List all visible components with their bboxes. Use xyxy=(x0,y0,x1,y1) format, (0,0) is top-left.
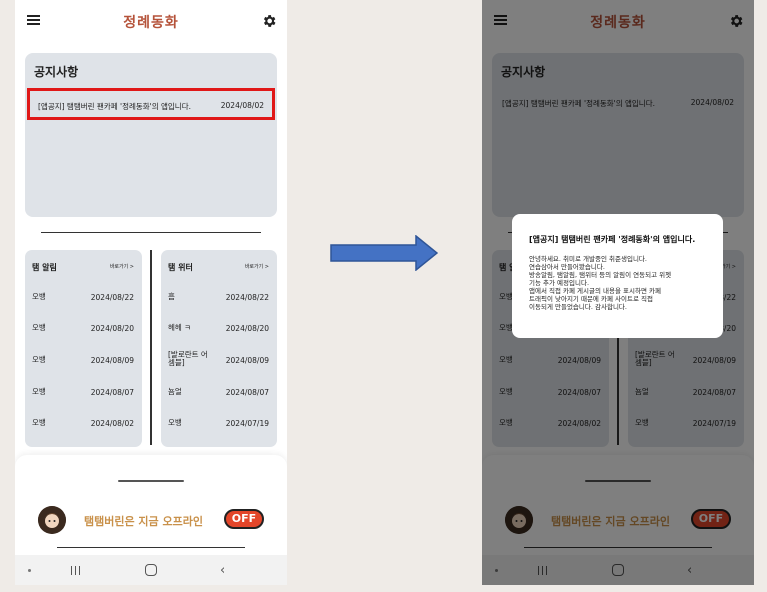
list-item-name: [발로란트 어셈블] xyxy=(168,350,208,367)
back-icon[interactable]: ‹ xyxy=(220,563,225,578)
list-item[interactable]: 흠 2024/08/22 xyxy=(161,282,277,313)
list-item-name: 오뱅 xyxy=(32,292,46,301)
notice-dialog: [앱공지] 탬탬버린 팬카페 '정례동화'의 앱입니다. 안녕하세요. 취미로 … xyxy=(512,214,723,338)
list-item-name: 흠 xyxy=(168,292,175,301)
list-item-date: 2024/08/07 xyxy=(90,388,134,397)
tam-twitter-header: 탬 위터 바로가기 > xyxy=(161,250,277,282)
notice-item-date: 2024/08/02 xyxy=(220,101,264,110)
tam-alerts-title: 탬 알림 xyxy=(32,263,57,272)
tam-twitter-title: 탬 위터 xyxy=(168,263,193,272)
notice-card: 공지사항 [앱공지] 탬탬버린 팬카페 '정례동화'의 앱입니다. 2024/0… xyxy=(25,53,277,217)
list-item-name: 오뱅 xyxy=(32,418,46,427)
list-item-date: 2024/08/02 xyxy=(90,419,134,428)
list-item-name: 헤헤 ㅋ xyxy=(168,323,192,332)
list-item-date: 2024/07/19 xyxy=(225,419,269,428)
list-item[interactable]: [발로란트 어셈블] 2024/08/09 xyxy=(161,345,277,376)
list-item-date: 2024/08/09 xyxy=(225,356,269,365)
status-badge: OFF xyxy=(224,509,264,529)
tam-twitter-panel: 탬 위터 바로가기 > 흠 2024/08/22 헤헤 ㅋ 2024/08/20 [… xyxy=(161,250,277,447)
dialog-body-line: 방송알림, 탬알림, 탬위터 등의 알림이 연동되고 위젯 xyxy=(529,271,672,279)
tam-alerts-panel: 탬 알림 바로가기 > 오뱅 2024/08/22 오뱅 2024/08/20 오뱅… xyxy=(25,250,142,447)
list-item-name: 오뱅 xyxy=(32,355,46,364)
right-arrow-icon xyxy=(330,235,438,271)
panel-separator xyxy=(150,250,152,445)
nav-dot-icon xyxy=(28,569,31,572)
list-item[interactable]: 뇸얼 2024/08/07 xyxy=(161,377,277,408)
tam-alerts-shortcut-link[interactable]: 바로가기 > xyxy=(110,263,134,270)
dialog-body: 안녕하세요. 취미로 개발중인 취준생입니다. 연습삼아서 만들어봤습니다. 방… xyxy=(529,255,709,311)
list-item-date: 2024/08/20 xyxy=(90,324,134,333)
list-item-name: 오뱅 xyxy=(168,418,182,427)
list-item-date: 2024/08/22 xyxy=(225,293,269,302)
list-item-date: 2024/08/20 xyxy=(225,324,269,333)
list-item-name: 오뱅 xyxy=(32,323,46,332)
list-item-date: 2024/08/22 xyxy=(90,293,134,302)
notice-item[interactable]: [앱공지] 탬탬버린 팬카페 '정례동화'의 앱입니다. 2024/08/02 xyxy=(27,88,275,120)
list-item[interactable]: 오뱅 2024/08/02 xyxy=(25,408,142,439)
dialog-title: [앱공지] 탬탬버린 팬카페 '정례동화'의 앱입니다. xyxy=(529,235,696,244)
phone-screen-after: 정례동화 공지사항 [앱공지] 탬탬버린 팬카페 '정례동화'의 앱입니다. 2… xyxy=(482,0,754,585)
dialog-body-line: 앱에서 직접 카페 게시글의 내용을 표시하면 카페 xyxy=(529,287,661,295)
list-item-name: 오뱅 xyxy=(32,387,46,396)
list-item[interactable]: 오뱅 2024/08/22 xyxy=(25,282,142,313)
list-item[interactable]: 오뱅 2024/08/07 xyxy=(25,377,142,408)
live-status-sheet: 탬탬버린은 지금 오프라인 OFF xyxy=(15,455,287,555)
phone-screen-before: 정례동화 공지사항 [앱공지] 탬탬버린 팬카페 '정례동화'의 앱입니다. 2… xyxy=(15,0,287,585)
dialog-body-line: 연습삼아서 만들어봤습니다. xyxy=(529,263,605,271)
section-divider xyxy=(41,232,261,233)
list-item-date: 2024/08/07 xyxy=(225,388,269,397)
dialog-body-line: 안녕하세요. 취미로 개발중인 취준생입니다. xyxy=(529,255,647,263)
notice-item-title: [앱공지] 탬탬버린 팬카페 '정례동화'의 앱입니다. xyxy=(38,102,191,111)
live-status-text: 탬탬버린은 지금 오프라인 xyxy=(84,515,203,528)
gear-icon[interactable] xyxy=(261,13,277,29)
list-item-name: 뇸얼 xyxy=(168,387,182,396)
list-item-date: 2024/08/09 xyxy=(90,356,134,365)
system-nav-bar: ‹ xyxy=(15,555,287,585)
notice-heading: 공지사항 xyxy=(34,65,79,79)
list-item[interactable]: 헤헤 ㅋ 2024/08/20 xyxy=(161,313,277,344)
home-icon[interactable] xyxy=(145,564,157,576)
dialog-body-line: 기능 추가 예정입니다. xyxy=(529,279,590,287)
recent-apps-icon[interactable] xyxy=(70,564,82,576)
list-item[interactable]: 오뱅 2024/08/09 xyxy=(25,345,142,376)
avatar xyxy=(38,506,66,534)
app-bar: 정례동화 xyxy=(15,0,287,43)
list-item[interactable]: 오뱅 2024/08/20 xyxy=(25,313,142,344)
list-item[interactable]: 오뱅 2024/07/19 xyxy=(161,408,277,439)
app-title: 정례동화 xyxy=(123,15,179,31)
dialog-body-line: 이동되게 만들었습니다. 감사합니다. xyxy=(529,303,627,311)
sheet-drag-handle[interactable] xyxy=(118,480,184,482)
tam-twitter-shortcut-link[interactable]: 바로가기 > xyxy=(245,263,269,270)
sheet-divider xyxy=(57,547,245,548)
tam-alerts-header: 탬 알림 바로가기 > xyxy=(25,250,142,282)
dialog-body-line: 트래픽이 낮아지기 때문에 카페 사이트로 직접 xyxy=(529,295,653,303)
